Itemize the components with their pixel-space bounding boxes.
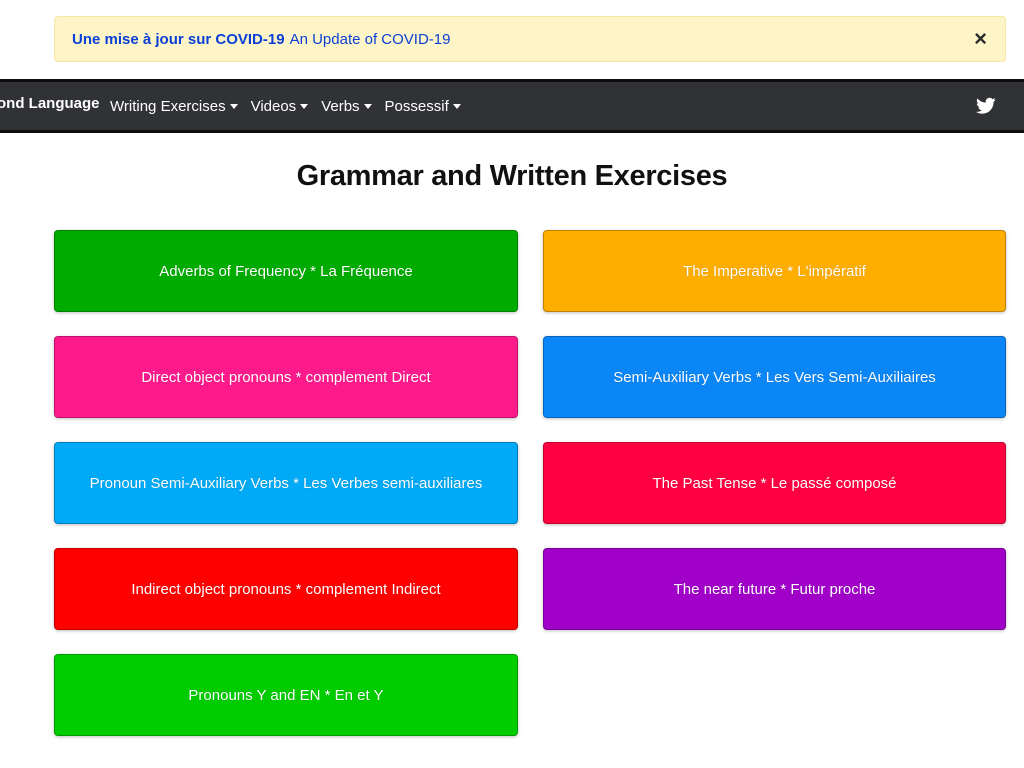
card-indirect-object-pronouns[interactable]: Indirect object pronouns * complement In…: [54, 548, 518, 630]
alert-link-french[interactable]: Une mise à jour sur COVID-19: [72, 31, 285, 48]
nav-item-videos[interactable]: Videos: [251, 98, 309, 115]
close-alert-button[interactable]: ×: [974, 28, 987, 50]
alert-link-english[interactable]: An Update of COVID-19: [290, 31, 451, 48]
card-adverbs-of-frequency[interactable]: Adverbs of Frequency * La Fréquence: [54, 230, 518, 312]
card-imperative[interactable]: The Imperative * L'impératif: [543, 230, 1006, 312]
top-navbar: ond Language Writing Exercises Videos Ve…: [0, 79, 1024, 133]
nav-item-label: Verbs: [321, 98, 360, 115]
page-title: Grammar and Written Exercises: [296, 160, 728, 192]
card-semi-auxiliary-verbs[interactable]: Semi-Auxiliary Verbs * Les Vers Semi-Aux…: [543, 336, 1006, 418]
card-near-future[interactable]: The near future * Futur proche: [543, 548, 1006, 630]
caret-down-icon: [452, 104, 461, 109]
nav-item-label: Possessif: [384, 98, 449, 115]
nav-menu: Writing Exercises Videos Verbs Possessif: [110, 98, 461, 115]
card-direct-object-pronouns[interactable]: Direct object pronouns * complement Dire…: [54, 336, 518, 418]
caret-down-icon: [300, 104, 309, 109]
covid-alert-banner: Une mise à jour sur COVID-19 An Update o…: [54, 16, 1006, 62]
nav-item-label: Videos: [250, 98, 297, 115]
twitter-icon[interactable]: [976, 97, 996, 115]
nav-item-label: Writing Exercises: [110, 98, 226, 115]
card-pronoun-semi-auxiliary-verbs[interactable]: Pronoun Semi-Auxiliary Verbs * Les Verbe…: [54, 442, 518, 524]
nav-item-writing-exercises[interactable]: Writing Exercises: [110, 98, 238, 115]
site-brand[interactable]: ond Language: [0, 95, 100, 112]
nav-item-verbs[interactable]: Verbs: [321, 98, 372, 115]
caret-down-icon: [363, 104, 372, 109]
nav-item-possessif[interactable]: Possessif: [385, 98, 461, 115]
card-pronouns-y-and-en[interactable]: Pronouns Y and EN * En et Y: [54, 654, 518, 736]
card-past-tense[interactable]: The Past Tense * Le passé composé: [543, 442, 1006, 524]
caret-down-icon: [229, 104, 238, 109]
